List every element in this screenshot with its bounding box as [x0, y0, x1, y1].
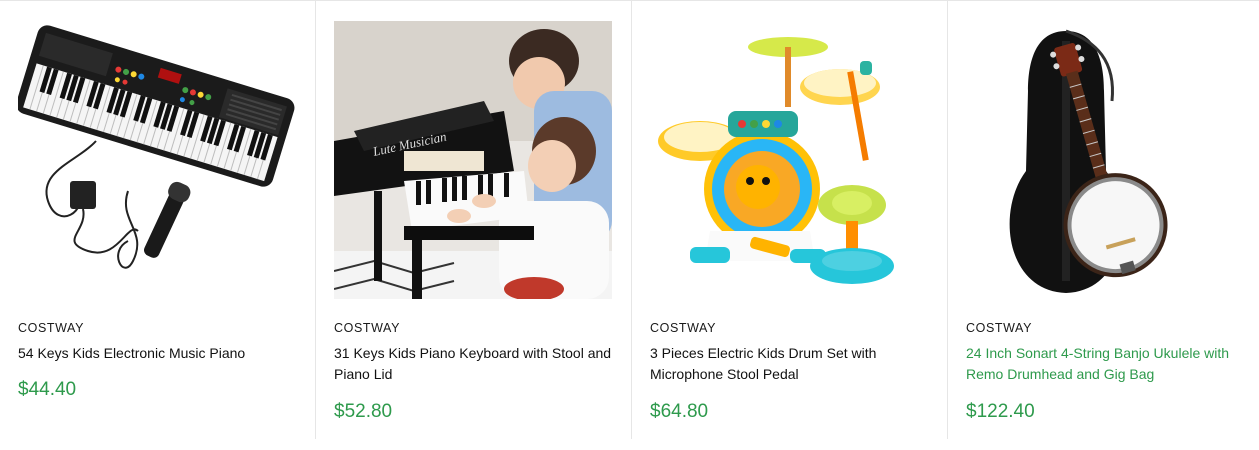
product-brand: COSTWAY — [18, 321, 85, 335]
product-image-kids-piano[interactable]: Lute Musician — [334, 21, 612, 299]
product-card[interactable]: COSTWAY 24 Inch Sonart 4-String Banjo Uk… — [948, 1, 1259, 439]
product-card[interactable]: COSTWAY 54 Keys Kids Electronic Music Pi… — [0, 1, 316, 439]
product-title[interactable]: 3 Pieces Electric Kids Drum Set with Mic… — [650, 343, 932, 385]
product-price: $64.80 — [650, 401, 709, 422]
product-image-drum-set[interactable] — [650, 21, 928, 299]
product-price: $122.40 — [966, 401, 1035, 422]
product-image-banjo-ukulele[interactable] — [966, 21, 1244, 299]
product-card[interactable]: COSTWAY 3 Pieces Electric Kids Drum Set … — [632, 1, 948, 439]
product-grid: COSTWAY 54 Keys Kids Electronic Music Pi… — [0, 0, 1259, 450]
product-image-electronic-piano[interactable] — [18, 21, 296, 299]
product-price: $44.40 — [18, 379, 77, 400]
product-brand: COSTWAY — [334, 321, 401, 335]
product-title[interactable]: 54 Keys Kids Electronic Music Piano — [18, 343, 300, 364]
product-title[interactable]: 24 Inch Sonart 4-String Banjo Ukulele wi… — [966, 343, 1248, 385]
product-card[interactable]: Lute Musician COSTWAY 31 Keys Kids Piano… — [316, 1, 632, 439]
product-brand: COSTWAY — [966, 321, 1033, 335]
product-title[interactable]: 31 Keys Kids Piano Keyboard with Stool a… — [334, 343, 616, 385]
product-brand: COSTWAY — [650, 321, 717, 335]
product-price: $52.80 — [334, 401, 393, 422]
